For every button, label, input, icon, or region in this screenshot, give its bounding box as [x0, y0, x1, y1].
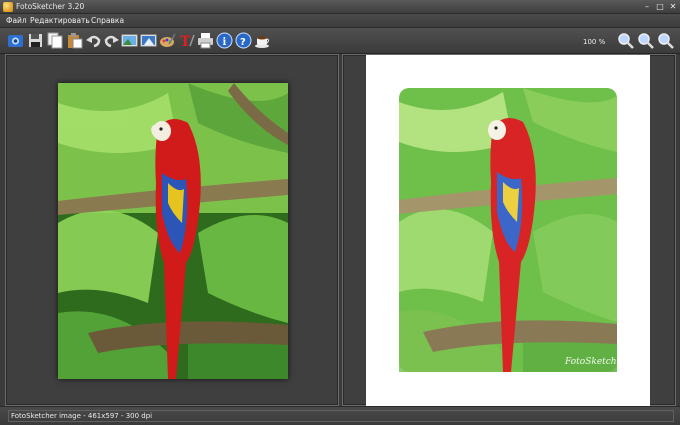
info-icon[interactable]: i — [216, 32, 233, 49]
svg-text:T: T — [180, 34, 191, 49]
result-image-icon[interactable] — [140, 32, 157, 49]
app-icon — [3, 2, 13, 12]
coffee-icon[interactable] — [254, 32, 271, 49]
original-photo — [58, 83, 288, 379]
print-icon[interactable] — [197, 32, 214, 49]
status-bar: FotoSketcher image - 461x597 - 300 dpi — [0, 406, 680, 425]
svg-text:?: ? — [240, 37, 246, 48]
toolbar: T i ? 100 % — [0, 28, 680, 54]
sketched-photo: FotoSketcher — [393, 82, 623, 378]
menu-edit[interactable]: Редактировать — [30, 16, 90, 25]
help-icon[interactable]: ? — [235, 32, 252, 49]
minimize-icon[interactable]: – — [641, 1, 653, 12]
artist-signature: FotoSketcher — [564, 357, 623, 367]
window-title: FotoSketcher 3.20 — [16, 2, 85, 11]
copy-icon[interactable] — [47, 32, 64, 49]
paste-icon[interactable] — [66, 32, 83, 49]
save-icon[interactable] — [27, 32, 44, 49]
zoom-fit-icon[interactable] — [656, 32, 676, 49]
title-bar: FotoSketcher 3.20 – □ ✕ — [0, 0, 680, 14]
original-image-icon[interactable] — [121, 32, 138, 49]
close-icon[interactable]: ✕ — [667, 1, 679, 12]
menu-file[interactable]: Файл — [6, 16, 27, 25]
painting-parameters-icon[interactable] — [159, 32, 176, 49]
svg-text:i: i — [223, 37, 227, 48]
menu-bar: Файл Редактировать Справка — [0, 14, 680, 28]
add-text-icon[interactable]: T — [178, 32, 195, 49]
redo-icon[interactable] — [103, 32, 120, 49]
result-canvas: FotoSketcher — [366, 55, 650, 407]
maximize-icon[interactable]: □ — [654, 1, 666, 12]
open-image-icon[interactable] — [7, 32, 24, 49]
zoom-in-icon[interactable] — [616, 32, 636, 49]
menu-help[interactable]: Справка — [91, 16, 124, 25]
undo-icon[interactable] — [85, 32, 102, 49]
zoom-out-icon[interactable] — [636, 32, 656, 49]
result-image-pane[interactable]: FotoSketcher — [342, 54, 676, 407]
original-image-pane[interactable] — [5, 54, 339, 406]
status-text: FotoSketcher image - 461x597 - 300 dpi — [8, 410, 674, 422]
zoom-level: 100 % — [583, 38, 606, 46]
